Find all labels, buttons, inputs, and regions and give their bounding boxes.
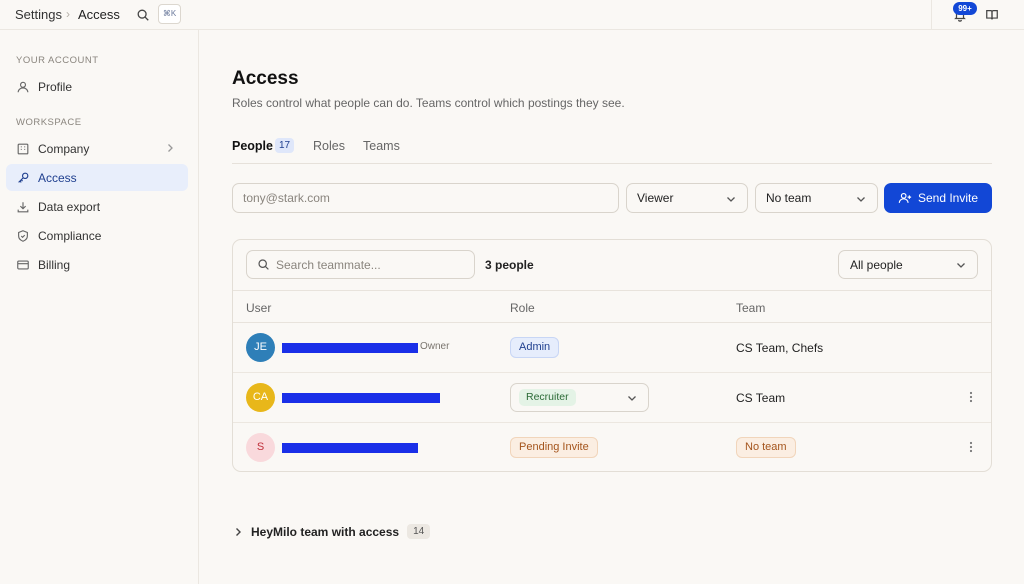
sidebar-item-label: Profile (38, 79, 73, 94)
invite-role-value: Viewer (637, 191, 674, 205)
avatar: CA (246, 383, 275, 412)
building-icon (17, 143, 29, 154)
more-options-icon[interactable] (967, 440, 975, 454)
accordion-label: HeyMilo team with access (251, 524, 400, 539)
user-plus-icon (898, 192, 912, 203)
role-select-value: Recruiter (519, 389, 576, 406)
sidebar-item-label: Access (38, 170, 77, 185)
redacted-name (282, 343, 418, 353)
accordion-count: 14 (407, 524, 431, 539)
sidebar-item-profile[interactable]: Profile (6, 73, 188, 100)
shield-icon (18, 229, 28, 242)
top-bar: Settings › Access ⌘K 99+ (0, 0, 1024, 30)
column-header-user: User (246, 301, 272, 315)
chevron-down-icon (857, 197, 865, 202)
sidebar-item-billing[interactable]: Billing (6, 251, 188, 278)
section-label-workspace: WORKSPACE (16, 117, 82, 128)
more-options-icon[interactable] (967, 390, 975, 404)
sidebar-item-label: Company (38, 141, 90, 156)
redacted-name (282, 393, 440, 403)
breadcrumb-separator: › (66, 7, 70, 21)
invite-role-select[interactable]: Viewer (626, 183, 748, 213)
page-title: Access (232, 68, 299, 89)
shortcut-hint: ⌘K (158, 4, 181, 24)
breadcrumb-access: Access (78, 7, 120, 22)
book-icon[interactable] (985, 8, 999, 22)
table-row: CA Recruiter CS Team (233, 373, 991, 423)
chevron-down-icon (727, 197, 735, 202)
tabs-divider (232, 163, 992, 164)
team-badge: No team (736, 437, 796, 458)
role-select[interactable]: Recruiter (510, 383, 649, 412)
people-count: 3 people (485, 258, 534, 272)
page-subtitle: Roles control what people can do. Teams … (232, 96, 625, 110)
column-header-role: Role (510, 301, 535, 315)
owner-tag: Owner (420, 341, 450, 352)
tab-roles[interactable]: Roles (313, 139, 345, 153)
sidebar-item-label: Data export (38, 199, 101, 214)
people-filter-select[interactable]: All people (838, 250, 978, 279)
table-header: User Role Team (233, 290, 991, 323)
breadcrumb-settings[interactable]: Settings (15, 7, 62, 22)
avatar: JE (246, 333, 275, 362)
sidebar-item-label: Billing (38, 257, 71, 272)
user-icon (17, 81, 29, 92)
key-icon (18, 172, 29, 183)
table-row: JE Owner Admin CS Team, Chefs (233, 323, 991, 373)
tab-teams[interactable]: Teams (363, 139, 400, 153)
column-header-team: Team (736, 301, 766, 315)
tab-people[interactable]: People (232, 139, 273, 153)
download-icon (17, 201, 29, 212)
sidebar-item-label: Compliance (38, 228, 102, 243)
sidebar: YOUR ACCOUNT Profile WORKSPACE Company A… (0, 30, 199, 584)
invite-team-select[interactable]: No team (755, 183, 878, 213)
send-invite-label: Send Invite (917, 191, 979, 205)
role-badge: Pending Invite (510, 437, 598, 458)
heymilo-team-accordion[interactable]: HeyMilo team with access 14 (232, 524, 431, 539)
teammate-search-input[interactable] (276, 257, 466, 272)
topbar-divider (931, 0, 932, 30)
invite-email-input[interactable] (232, 183, 619, 213)
send-invite-button[interactable]: Send Invite (884, 183, 992, 213)
chevron-right-icon (168, 144, 173, 152)
people-filter-value: All people (850, 257, 903, 272)
avatar: S (246, 433, 275, 462)
teammates-table: 3 people All people User Role Team JE Ow… (232, 239, 992, 472)
sidebar-item-compliance[interactable]: Compliance (6, 222, 188, 249)
redacted-name (282, 443, 418, 453)
tab-people-count: 17 (275, 138, 294, 153)
notification-badge: 99+ (953, 2, 977, 15)
invite-team-value: No team (766, 191, 812, 205)
chevron-down-icon (957, 263, 965, 268)
section-label-account: YOUR ACCOUNT (16, 55, 99, 66)
teammate-search[interactable] (246, 250, 475, 279)
sidebar-item-company[interactable]: Company (6, 135, 188, 162)
sidebar-item-access[interactable]: Access (6, 164, 188, 191)
role-badge: Admin (510, 337, 560, 358)
table-row: S Pending Invite No team (233, 423, 991, 471)
credit-card-icon (17, 259, 29, 270)
chevron-right-icon (236, 527, 241, 536)
sidebar-item-data-export[interactable]: Data export (6, 193, 188, 220)
search-icon (258, 259, 269, 270)
chevron-down-icon (628, 396, 636, 401)
team-text: CS Team, Chefs (736, 341, 824, 355)
team-text: CS Team (736, 391, 786, 405)
search-icon[interactable] (136, 8, 150, 22)
